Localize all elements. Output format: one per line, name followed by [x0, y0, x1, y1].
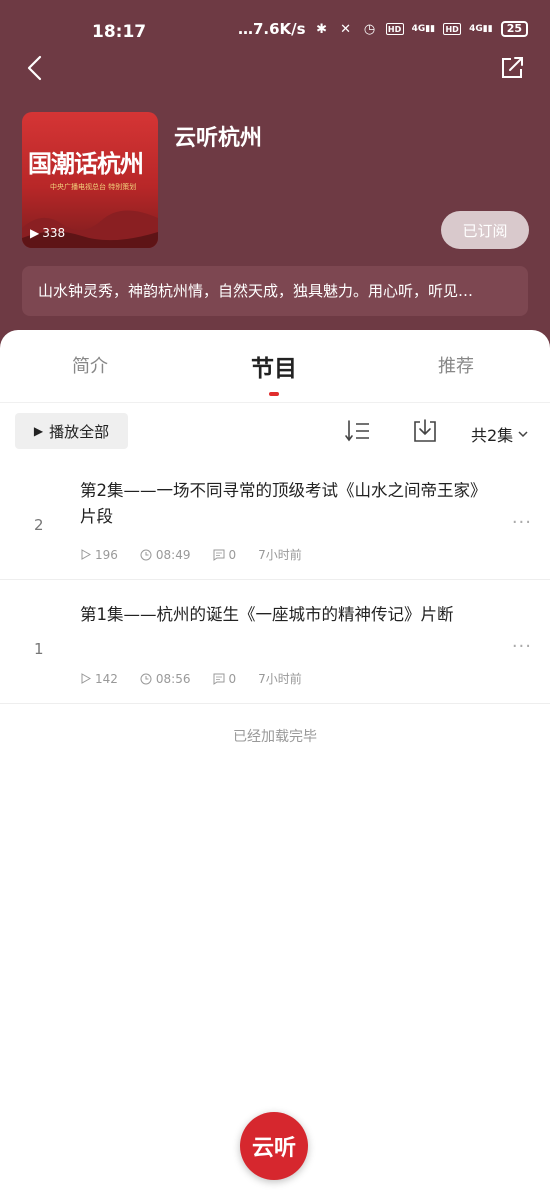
episode-comments-count: 0: [228, 671, 237, 686]
episode-title: 第2集——一场不同寻常的顶级考试《山水之间帝王家》片段: [80, 481, 479, 526]
album-title: 云听杭州: [174, 126, 263, 151]
app-logo-button[interactable]: 云听: [240, 1112, 308, 1180]
cover-subtitle: 中央广播电视总台 特别策划: [50, 183, 137, 191]
sort-button[interactable]: [344, 417, 372, 445]
episode-count-dropdown[interactable]: 共2集: [471, 422, 529, 446]
content-sheet: 简介 节目 推荐 ▶ 播放全部 共2集 2 第2集——一场不同寻常的顶级考试《山…: [0, 330, 550, 1190]
play-all-button[interactable]: ▶ 播放全部: [15, 413, 128, 449]
network-type-label: 4G: [469, 24, 483, 34]
play-icon: ▶: [33, 424, 44, 438]
album-cover[interactable]: 国潮话杭州 中央广播电视总台 特别策划 ▶ 338: [22, 112, 158, 248]
subscribe-button[interactable]: 已订阅: [441, 211, 529, 249]
play-all-label: 播放全部: [49, 422, 110, 441]
alarm-icon: ◷: [363, 21, 376, 37]
more-options-button[interactable]: ···: [512, 636, 532, 657]
tab-programs[interactable]: 节目: [251, 349, 297, 383]
back-button[interactable]: [22, 54, 50, 82]
episode-row[interactable]: 1 第1集——杭州的诞生《一座城市的精神传记》片断 142 08:56 0 7小…: [0, 584, 550, 704]
album-description[interactable]: 山水钟灵秀，神韵杭州情，自然天成，独具魅力。用心听，听见…: [22, 266, 528, 316]
tab-recommend[interactable]: 推荐: [438, 352, 474, 378]
status-time: 18:17: [92, 22, 147, 42]
episode-row[interactable]: 2 第2集——一场不同寻常的顶级考试《山水之间帝王家》片段 196 08:49 …: [0, 460, 550, 580]
tab-indicator: [269, 392, 279, 396]
play-icon: ▶: [30, 226, 40, 240]
download-button[interactable]: [411, 417, 439, 445]
episode-index: 2: [34, 516, 44, 534]
list-toolbar: ▶ 播放全部 共2集: [0, 402, 550, 458]
episode-time: 7小时前: [258, 548, 302, 562]
episode-meta: 196 08:49 0 7小时前: [80, 546, 302, 563]
episode-plays: 196: [80, 548, 118, 562]
cover-landscape: [22, 210, 158, 248]
more-dots-icon: ···: [511, 512, 532, 533]
share-icon: [502, 57, 523, 78]
tab-bar: 简介 节目 推荐: [0, 330, 550, 400]
comment-icon: [213, 549, 224, 561]
episode-comments-count: 0: [228, 547, 237, 562]
episode-meta: 142 08:56 0 7小时前: [80, 670, 302, 687]
play-outline-icon: [81, 549, 91, 560]
mute-icon: ✕: [340, 21, 352, 37]
clock-icon: [140, 673, 152, 684]
cover-play-count: ▶ 338: [30, 226, 65, 240]
share-button[interactable]: [498, 54, 526, 82]
cover-title: 国潮话杭州: [28, 149, 144, 178]
tab-intro[interactable]: 简介: [72, 352, 108, 378]
play-count: 338: [42, 226, 66, 240]
battery-icon: 25: [500, 21, 528, 37]
comment-icon: [213, 673, 224, 685]
episode-index: 1: [34, 640, 44, 658]
status-bar: 18:17 …7.6K/s ✱ ✕ ◷ HD 4G ▮▮ HD 4G ▮▮ 25: [0, 0, 550, 62]
more-dots-icon: ···: [511, 636, 532, 657]
episode-plays: 142: [80, 672, 118, 686]
episode-title: 第1集——杭州的诞生《一座城市的精神传记》片断: [80, 605, 454, 624]
episode-duration-value: 08:49: [155, 547, 191, 562]
episode-duration: 08:49: [140, 548, 191, 562]
episode-plays-count: 196: [95, 547, 118, 562]
chevron-left-icon: [27, 55, 42, 81]
clock-icon: [140, 549, 152, 560]
chevron-down-icon: [518, 431, 528, 438]
network-speed: …7.6K/s: [237, 20, 306, 38]
play-outline-icon: [81, 673, 91, 684]
episode-duration-value: 08:56: [155, 671, 191, 686]
network-type-label: 4G: [411, 24, 426, 34]
status-icons: …7.6K/s ✱ ✕ ◷ HD 4G ▮▮ HD 4G ▮▮ 25: [238, 20, 528, 38]
hd-icon: HD: [443, 23, 462, 35]
episode-comments: 0: [213, 671, 237, 686]
sort-icon: [345, 420, 369, 442]
episode-plays-count: 142: [95, 671, 118, 686]
signal-icon: 4G ▮▮: [469, 24, 493, 34]
episode-count-label: 共2集: [471, 426, 514, 445]
hd-icon: HD: [385, 23, 404, 35]
signal-icon: 4G ▮▮: [411, 24, 436, 34]
bluetooth-icon: ✱: [316, 21, 328, 37]
download-icon: [414, 419, 436, 442]
album-header: 18:17 …7.6K/s ✱ ✕ ◷ HD 4G ▮▮ HD 4G ▮▮ 25 国…: [0, 0, 550, 360]
episode-time: 7小时前: [258, 672, 302, 686]
load-complete-text: 已经加载完毕: [233, 729, 317, 745]
episode-duration: 08:56: [140, 672, 191, 686]
more-options-button[interactable]: ···: [512, 512, 532, 533]
episode-comments: 0: [213, 547, 237, 562]
